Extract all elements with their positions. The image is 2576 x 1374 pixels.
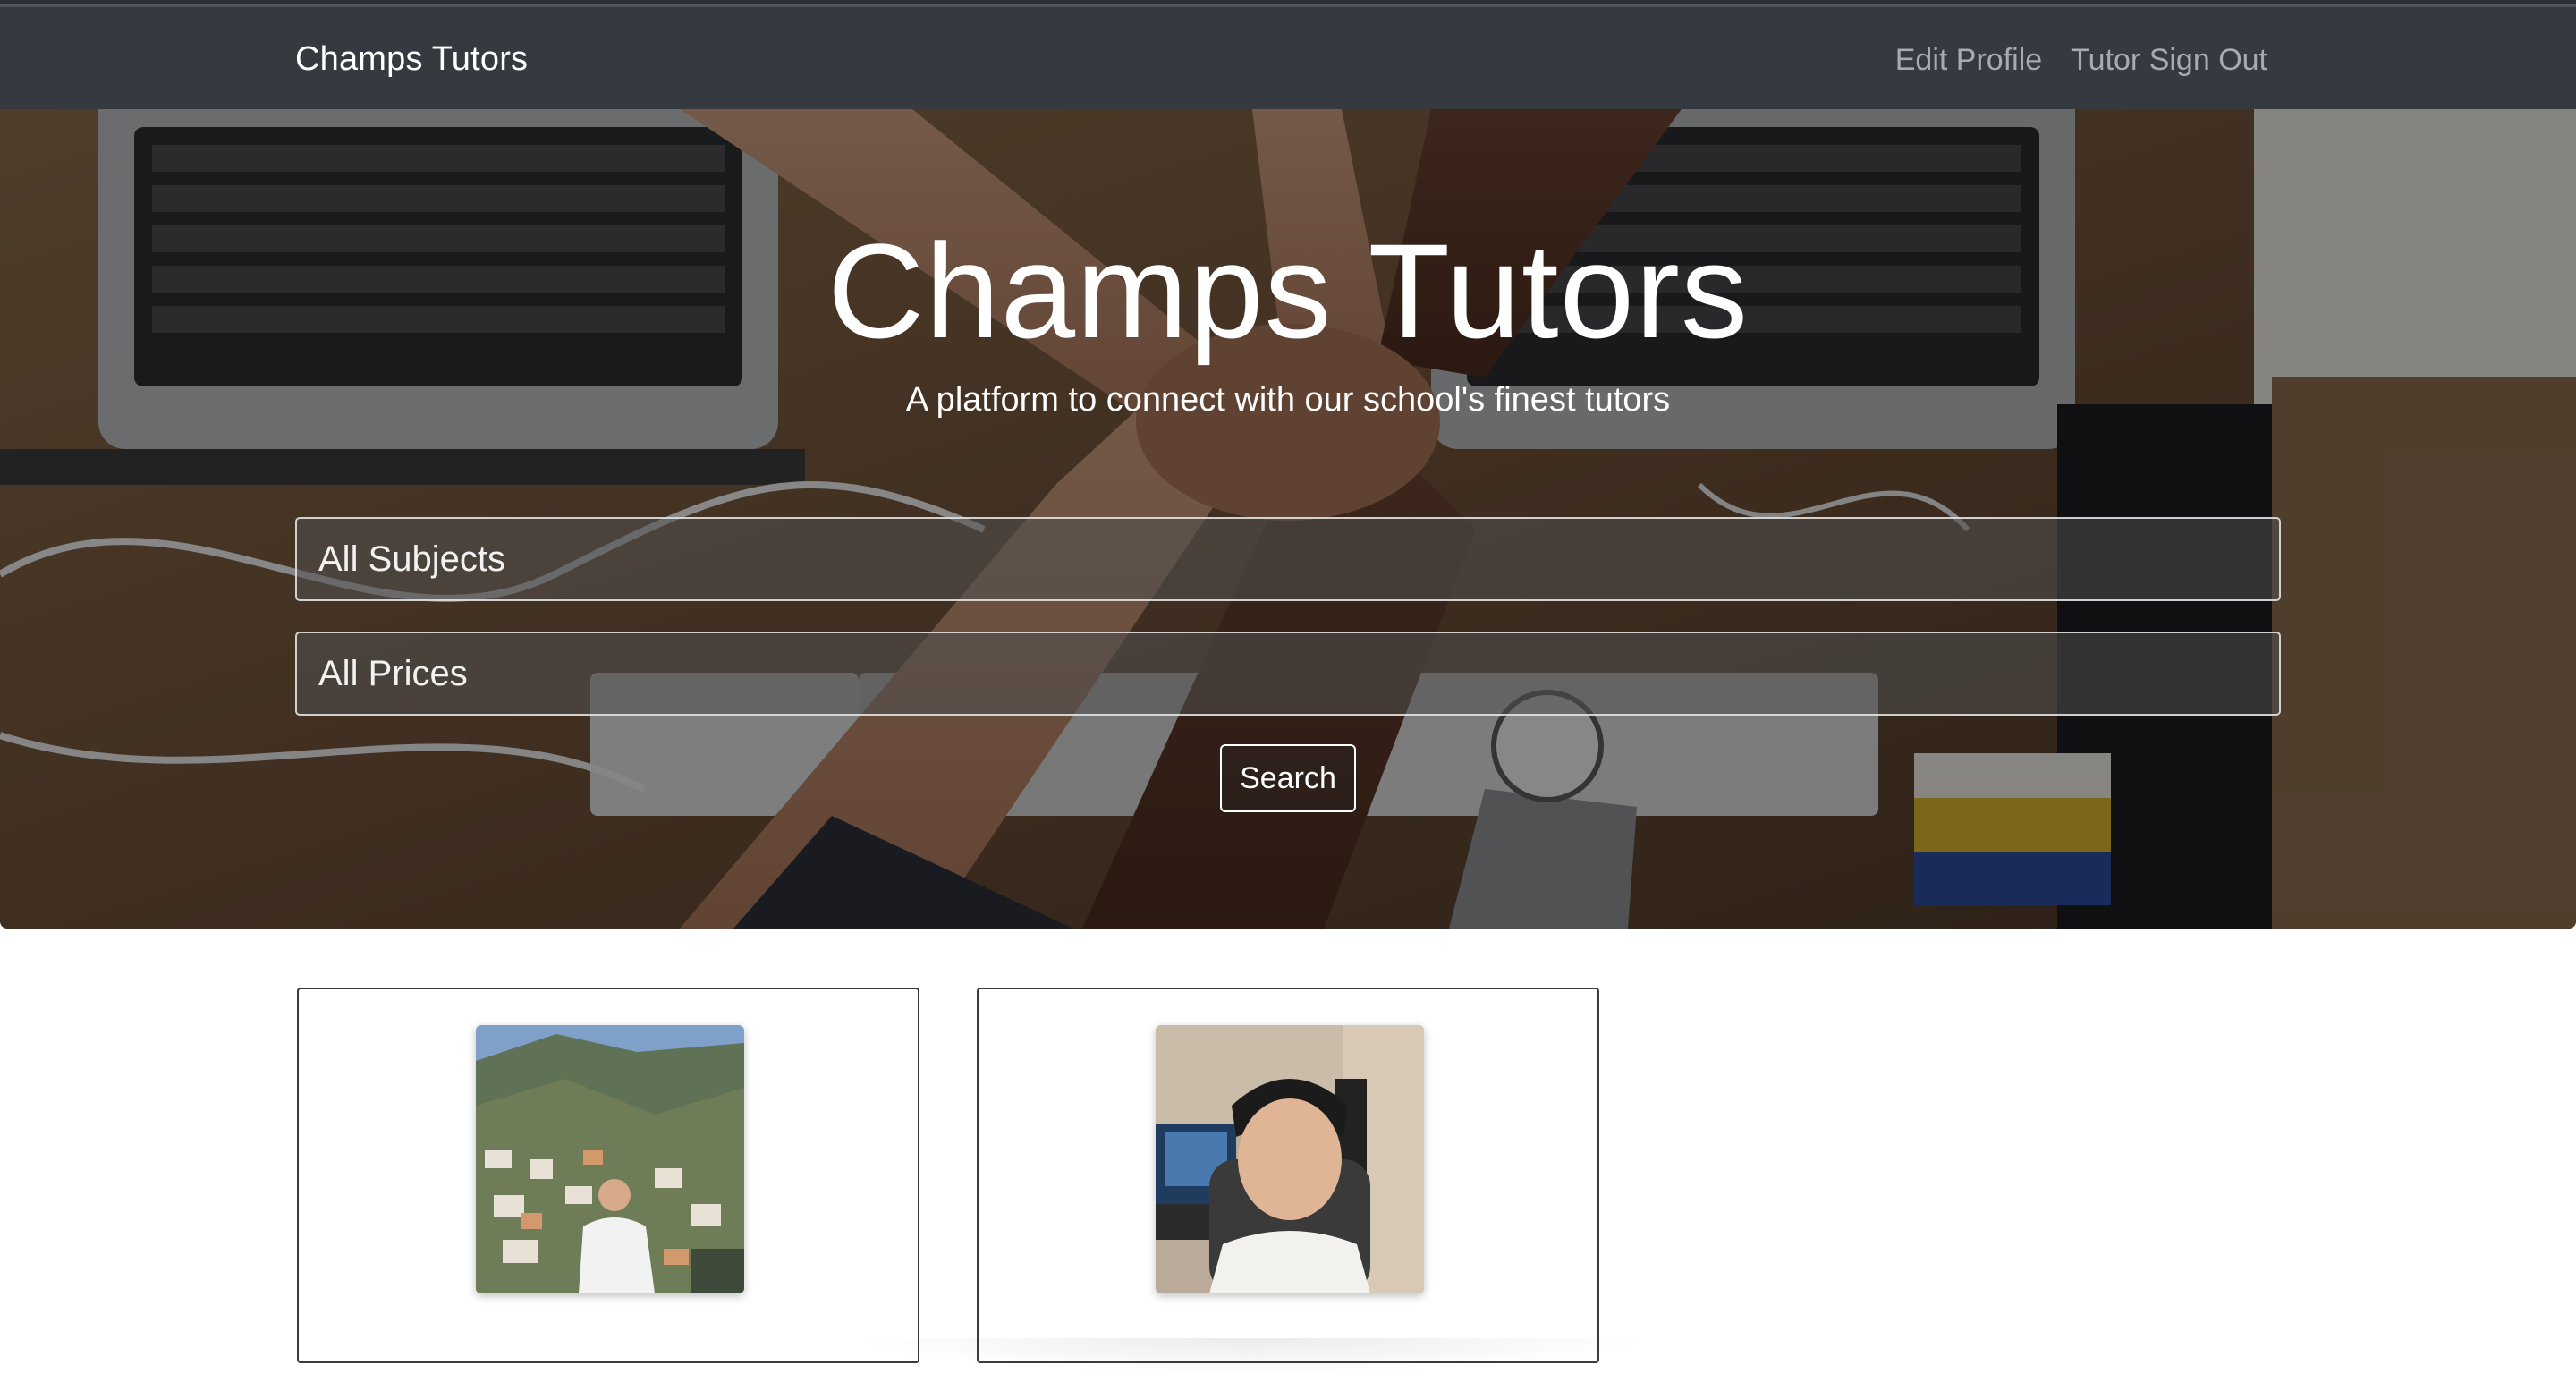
hero-banner: Champs Tutors A platform to connect with…: [0, 109, 2576, 929]
price-select-value: All Prices: [318, 654, 468, 693]
edit-profile-link[interactable]: Edit Profile: [1895, 41, 2042, 79]
tutor-avatar[interactable]: [1156, 1025, 1424, 1293]
navbar: Champs Tutors Edit Profile Tutor Sign Ou…: [0, 7, 2576, 109]
price-select[interactable]: All Prices: [295, 632, 2281, 716]
navbar-brand[interactable]: Champs Tutors: [295, 39, 528, 79]
search-button[interactable]: Search: [1220, 744, 1356, 812]
subject-select[interactable]: All Subjects: [295, 517, 2281, 601]
tutor-photo-desk-selfie: [1156, 1025, 1424, 1293]
tutor-card[interactable]: [297, 988, 919, 1363]
tutor-sign-out-link[interactable]: Tutor Sign Out: [2071, 41, 2267, 79]
tutor-avatar[interactable]: [476, 1025, 744, 1293]
hero-title: Champs Tutors: [826, 216, 1750, 366]
subject-select-value: All Subjects: [318, 539, 505, 579]
tutor-card[interactable]: [977, 988, 1599, 1363]
navbar-links: Edit Profile Tutor Sign Out: [1895, 41, 2267, 79]
hero-subtitle: A platform to connect with our school's …: [905, 381, 1671, 419]
tutor-photo-coastal-town: [476, 1025, 744, 1293]
content-shadow: [850, 1338, 1655, 1374]
window-top-edge: [0, 0, 2576, 7]
